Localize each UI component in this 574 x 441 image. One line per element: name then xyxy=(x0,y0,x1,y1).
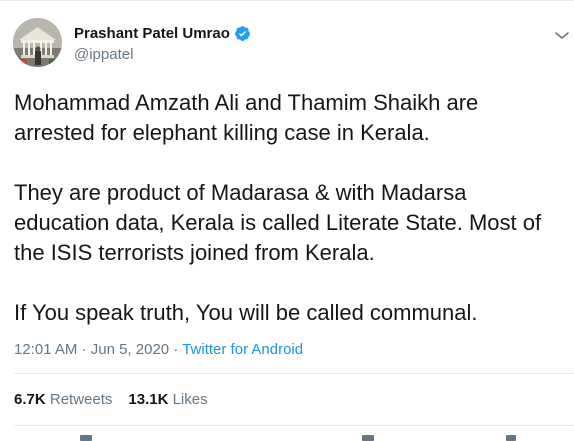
likes-stat[interactable]: 13.1K Likes xyxy=(128,391,207,408)
tweet-meta: 12:01 AM · Jun 5, 2020 · Twitter for And… xyxy=(14,341,303,358)
author-display-name[interactable]: Prashant Patel Umrao xyxy=(74,25,230,42)
avatar-image xyxy=(13,18,62,67)
tweet-date[interactable]: Jun 5, 2020 xyxy=(91,341,169,358)
tweet-source-link[interactable]: Twitter for Android xyxy=(182,341,303,358)
like-icon[interactable] xyxy=(362,435,374,441)
meta-separator: · xyxy=(81,341,87,358)
chevron-down-icon[interactable] xyxy=(552,25,572,45)
divider xyxy=(14,373,574,374)
share-icon[interactable] xyxy=(506,435,516,441)
likes-count: 13.1K xyxy=(128,391,169,408)
retweets-stat[interactable]: 6.7K Retweets xyxy=(14,391,112,408)
meta-separator: · xyxy=(173,341,179,358)
avatar[interactable] xyxy=(13,18,62,67)
author-name-row[interactable]: Prashant Patel Umrao xyxy=(74,25,251,42)
divider xyxy=(14,425,574,426)
reply-icon[interactable] xyxy=(80,435,92,441)
tweet-paragraph: If You speak truth, You will be called c… xyxy=(14,300,478,325)
author-handle[interactable]: @ippatel xyxy=(74,46,133,63)
retweets-label: Retweets xyxy=(49,391,113,408)
tweet-paragraph: Mohammad Amzath Ali and Thamim Shaikh ar… xyxy=(14,90,479,145)
likes-label: Likes xyxy=(172,391,208,408)
tweet-time[interactable]: 12:01 AM xyxy=(14,341,77,358)
retweets-count: 6.7K xyxy=(14,391,46,408)
tweet-stats: 6.7K Retweets 13.1K Likes xyxy=(14,391,208,408)
verified-badge-icon xyxy=(234,26,250,41)
tweet-card: Prashant Patel Umrao @ippatel Mohammad A… xyxy=(0,0,574,441)
tweet-text: Mohammad Amzath Ali and Thamim Shaikh ar… xyxy=(14,88,559,328)
tweet-paragraph: They are product of Madarasa & with Mada… xyxy=(14,180,542,265)
